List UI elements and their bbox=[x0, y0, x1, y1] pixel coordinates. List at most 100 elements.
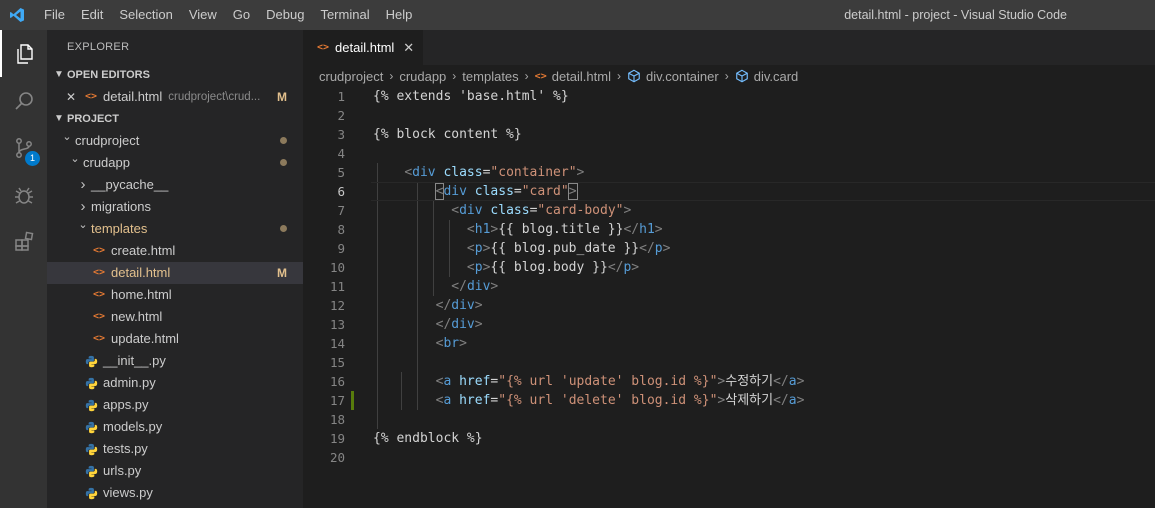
extensions-icon[interactable] bbox=[0, 218, 47, 265]
tree-item[interactable]: urls.py bbox=[47, 460, 303, 482]
code-token: a bbox=[788, 374, 797, 389]
breadcrumb-item[interactable]: crudproject bbox=[319, 69, 383, 84]
code-token: {{ blog.body }} bbox=[490, 260, 608, 275]
code-token: > bbox=[459, 336, 467, 351]
code-token: href bbox=[459, 393, 491, 408]
line-number: 7 bbox=[337, 203, 345, 218]
line-number: 6 bbox=[337, 184, 345, 199]
line-number: 13 bbox=[329, 317, 345, 332]
code-line: 4 bbox=[303, 144, 1155, 163]
project-header[interactable]: ▼ PROJECT bbox=[47, 108, 303, 130]
tree-item[interactable]: views.py bbox=[47, 482, 303, 504]
line-number: 12 bbox=[329, 298, 345, 313]
tree-item[interactable]: models.py bbox=[47, 416, 303, 438]
breadcrumb-item[interactable]: detail.html bbox=[552, 69, 611, 84]
code-token: < bbox=[466, 260, 475, 275]
menu-view[interactable]: View bbox=[181, 0, 225, 30]
tab-detail-html[interactable]: <> detail.html ✕ bbox=[303, 30, 423, 65]
tree-item[interactable]: <> update.html bbox=[47, 328, 303, 350]
open-editors-header[interactable]: ▼ OPEN EDITORS bbox=[47, 64, 303, 86]
menu-selection[interactable]: Selection bbox=[111, 0, 180, 30]
modified-badge: M bbox=[277, 266, 287, 280]
python-file-icon bbox=[83, 441, 99, 457]
code-line: 3 {% block content %} bbox=[303, 125, 1155, 144]
line-number: 10 bbox=[329, 260, 345, 275]
menu-help[interactable]: Help bbox=[378, 0, 421, 30]
breadcrumb: crudproject › crudapp › templates › <> detail.h… bbox=[303, 65, 1155, 87]
tree-item-label: migrations bbox=[91, 199, 151, 214]
line-number: 8 bbox=[337, 222, 345, 237]
html-file-icon: <> bbox=[534, 70, 547, 82]
code-token: </ bbox=[773, 374, 789, 389]
chevron-right-icon: › bbox=[724, 69, 729, 83]
code-text: {% extends 'base.html' %} bbox=[373, 87, 569, 106]
source-control-icon[interactable]: 1 bbox=[0, 124, 47, 171]
tab-label: detail.html bbox=[335, 40, 395, 55]
html-file-icon: <> bbox=[92, 289, 106, 300]
menu-edit[interactable]: Edit bbox=[73, 0, 111, 30]
close-icon[interactable]: ✕ bbox=[63, 86, 79, 108]
activity-bar: 1 bbox=[0, 30, 47, 508]
python-file-icon bbox=[83, 463, 99, 479]
code-line: 12 </div> bbox=[303, 296, 1155, 315]
explorer-icon[interactable] bbox=[0, 30, 47, 77]
code-token: div bbox=[466, 279, 491, 294]
code-text: {% block content %} bbox=[373, 125, 522, 144]
line-number: 17 bbox=[329, 393, 345, 408]
search-icon[interactable] bbox=[0, 77, 47, 124]
tree-item[interactable]: › __pycache__ bbox=[47, 174, 303, 196]
line-number: 9 bbox=[337, 241, 345, 256]
code-editor[interactable]: 1 {% extends 'base.html' %} 2 3 {% block con… bbox=[303, 87, 1155, 508]
close-icon[interactable]: ✕ bbox=[403, 40, 414, 56]
code-token: {{ blog.pub_date }} bbox=[490, 241, 640, 256]
tree-item[interactable]: __init__.py bbox=[47, 350, 303, 372]
code-text: <a href="{% url 'update' blog.id %}">수정하… bbox=[373, 372, 805, 391]
tree-item[interactable]: <> detail.html M bbox=[47, 262, 303, 284]
python-file-icon bbox=[83, 419, 99, 435]
tree-item[interactable]: ⌄ crudapp bbox=[47, 152, 303, 174]
tree-item[interactable]: <> home.html bbox=[47, 284, 303, 306]
code-token: 삭제하기 bbox=[725, 393, 774, 408]
code-line: 9 <p>{{ blog.pub_date }}</p> bbox=[303, 239, 1155, 258]
tree-item-label: apps.py bbox=[103, 397, 149, 412]
code-token: p bbox=[474, 260, 483, 275]
code-token: br bbox=[443, 336, 460, 351]
breadcrumb-item[interactable]: crudapp bbox=[399, 69, 446, 84]
breadcrumb-item[interactable]: templates bbox=[462, 69, 518, 84]
menu-go[interactable]: Go bbox=[225, 0, 258, 30]
chevron-right-icon: › bbox=[80, 176, 86, 193]
code-token: p bbox=[474, 241, 483, 256]
breadcrumb-item[interactable]: div.container bbox=[646, 69, 719, 84]
chevron-right-icon: › bbox=[452, 69, 457, 83]
debug-icon[interactable] bbox=[0, 171, 47, 218]
tree-item-label: __pycache__ bbox=[91, 177, 169, 192]
tree-item[interactable]: <> new.html bbox=[47, 306, 303, 328]
menu-terminal[interactable]: Terminal bbox=[312, 0, 377, 30]
line-number: 16 bbox=[329, 374, 345, 389]
code-text: {% endblock %} bbox=[373, 429, 483, 448]
code-token: < bbox=[466, 222, 475, 237]
menu-debug[interactable]: Debug bbox=[258, 0, 312, 30]
tree-item[interactable]: ⌄ templates bbox=[47, 218, 303, 240]
code-token: </ bbox=[435, 317, 452, 332]
tree-item[interactable]: ⌄ crudproject bbox=[47, 130, 303, 152]
open-editor-item[interactable]: ✕ <> detail.html crudproject\crud... M bbox=[47, 86, 303, 108]
code-token: "container" bbox=[490, 165, 577, 180]
code-text: </div> bbox=[373, 277, 498, 296]
tree-item[interactable]: apps.py bbox=[47, 394, 303, 416]
tree-item[interactable]: admin.py bbox=[47, 372, 303, 394]
tree-item-label: tests.py bbox=[103, 441, 148, 456]
breadcrumb-item[interactable]: div.card bbox=[754, 69, 799, 84]
code-line: 11 </div> bbox=[303, 277, 1155, 296]
tree-item[interactable]: tests.py bbox=[47, 438, 303, 460]
html-file-icon: <> bbox=[92, 333, 106, 344]
tree-item[interactable]: <> create.html bbox=[47, 240, 303, 262]
menu-file[interactable]: File bbox=[36, 0, 73, 30]
